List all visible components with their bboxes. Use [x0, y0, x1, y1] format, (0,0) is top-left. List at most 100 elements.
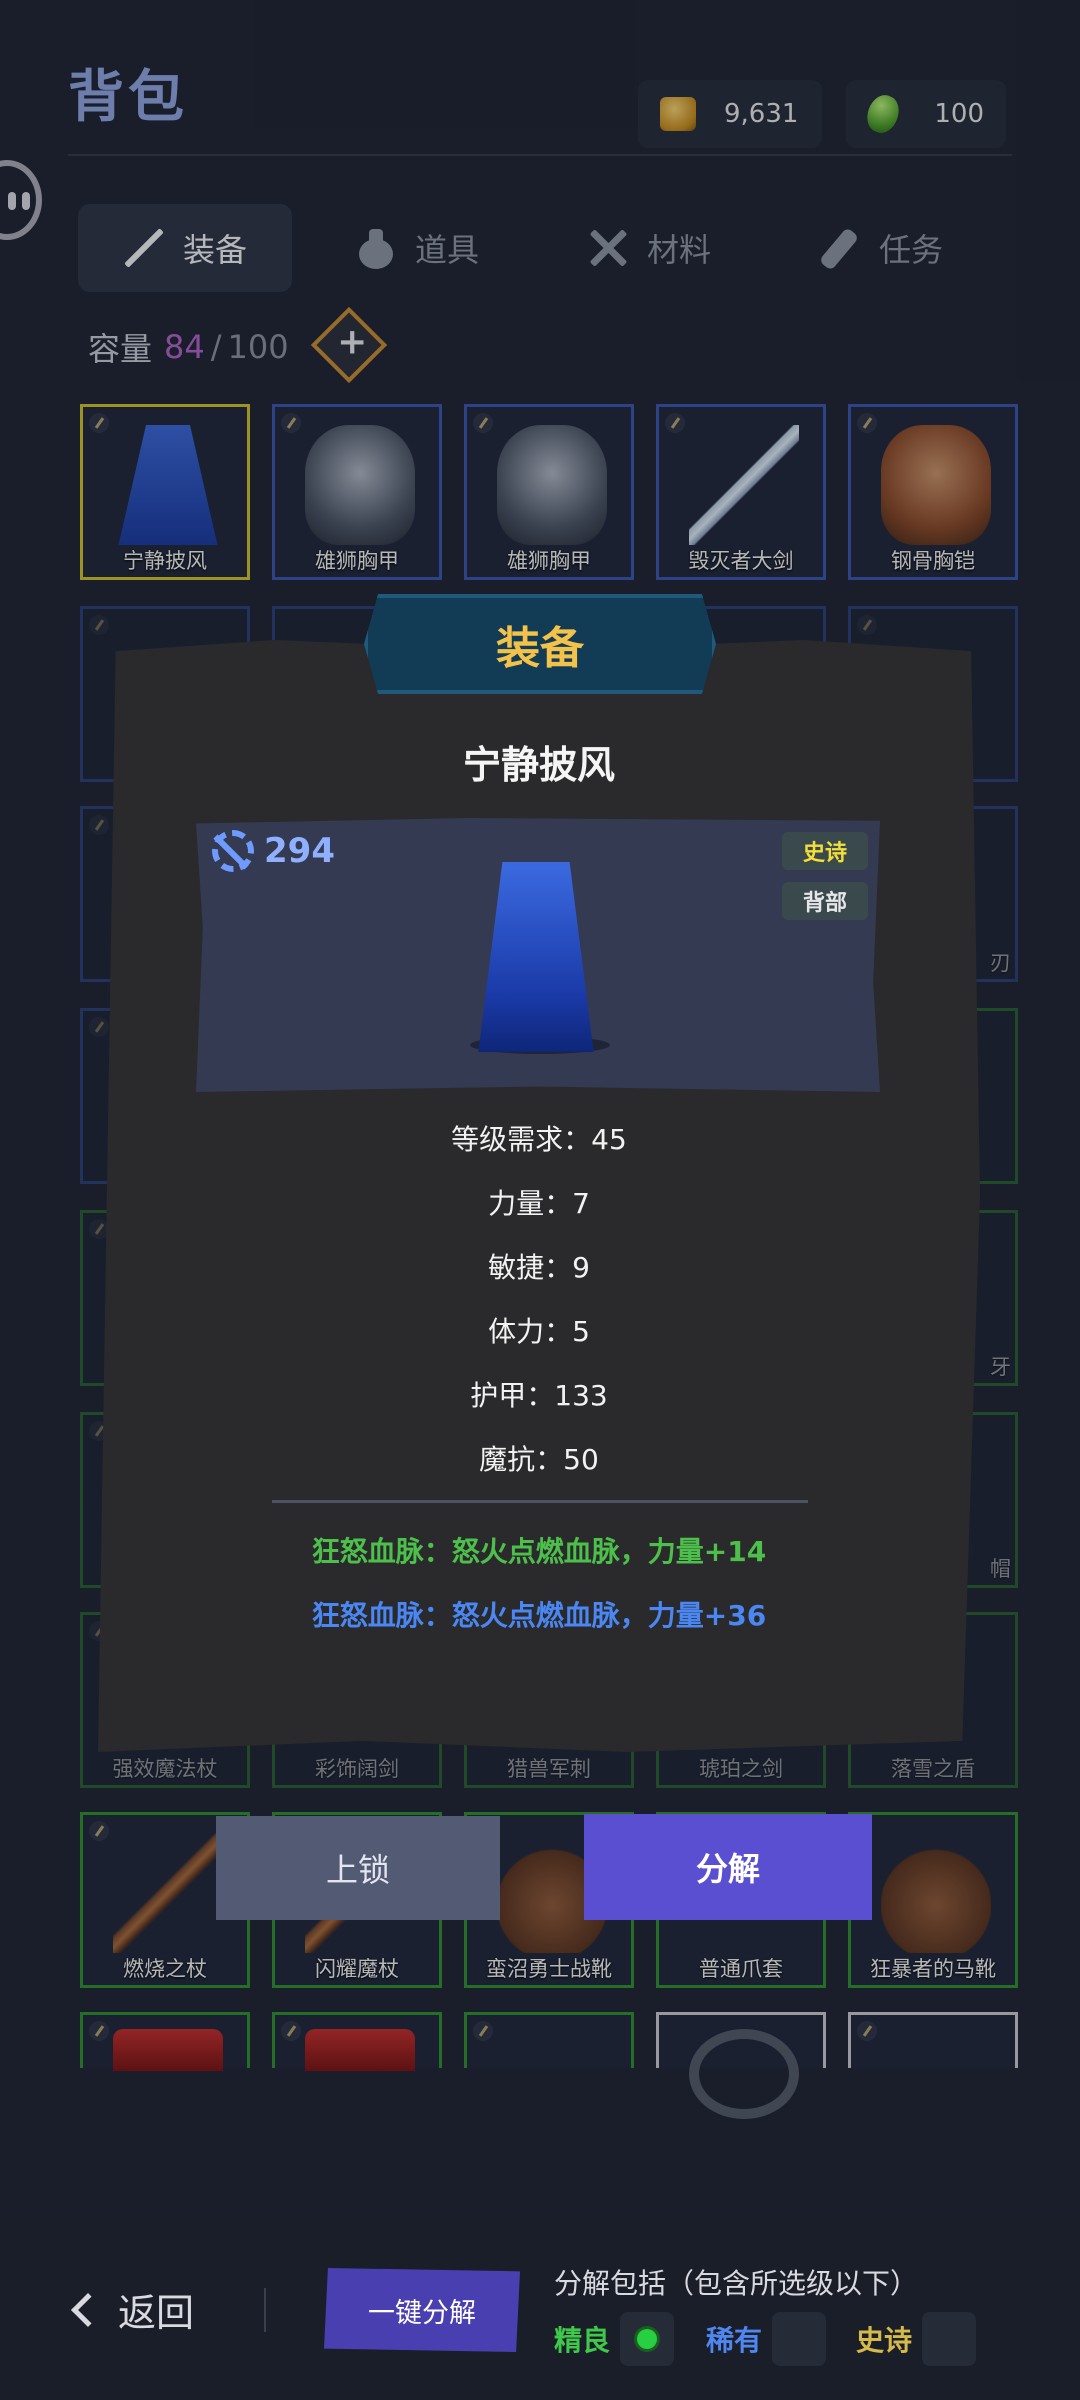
tab-items[interactable]: 道具 [310, 204, 524, 292]
tools-icon [587, 227, 629, 269]
lock-badge-icon [857, 615, 877, 635]
inventory-slot[interactable]: 钢骨胸铠 [848, 404, 1018, 580]
filter-label: 史诗 [856, 2324, 913, 2357]
back-button[interactable]: 返回 [71, 2282, 195, 2337]
lock-badge-icon [89, 1821, 109, 1841]
tab-quests[interactable]: 任务 [774, 204, 988, 292]
filter-checkbox[interactable] [620, 2312, 675, 2366]
affix-line: 狂怒血脉：怒火点燃血脉，力量+36 [311, 1599, 767, 1632]
filter-checkbox[interactable] [772, 2312, 827, 2366]
header-divider [68, 154, 1012, 156]
capacity-label: 容量 [88, 330, 153, 368]
inventory-slot[interactable]: 毁灭者大剑 [656, 404, 826, 580]
inventory-slot[interactable]: 狂暴者的马靴 [848, 1812, 1018, 1988]
inventory-slot[interactable]: 雄狮胸甲 [272, 404, 442, 580]
back-label: 返回 [118, 2291, 195, 2335]
item-title: 宁静披风 [462, 743, 615, 787]
filter-label: 精良 [554, 2324, 611, 2357]
lock-badge-icon [89, 413, 109, 433]
capacity-used: 84 [164, 328, 205, 366]
tab-label: 材料 [646, 231, 711, 269]
item-name: 蛮沼勇士战靴 [486, 1957, 612, 1981]
inventory-slot[interactable] [80, 2012, 250, 2071]
item-name: 宁静披风 [123, 549, 207, 573]
capacity-separator: / [210, 328, 222, 366]
item-name: 雄狮胸甲 [315, 549, 399, 573]
stat-level-requirement: 等级需求：45 [451, 1123, 627, 1156]
tab-label: 装备 [182, 231, 247, 269]
filter-fine[interactable]: 精良 [554, 2312, 675, 2366]
inventory-slot[interactable] [656, 2012, 826, 2119]
boots-icon [881, 1833, 991, 1953]
chest-armor-icon [497, 425, 607, 545]
gem-counter[interactable]: 100 [846, 80, 1006, 148]
chest-armor-icon [305, 425, 415, 545]
filter-epic[interactable]: 史诗 [856, 2312, 977, 2366]
inventory-slot[interactable]: 雄狮胸甲 [464, 404, 634, 580]
tab-label: 道具 [414, 231, 479, 269]
sword-icon [123, 227, 165, 269]
staff-icon [113, 1833, 223, 1953]
inventory-slot[interactable] [848, 2012, 1018, 2068]
inventory-slot[interactable] [464, 2012, 634, 2068]
lock-badge-icon [89, 615, 109, 635]
gloves-icon [113, 2029, 223, 2071]
item-name: 彩饰阔剑 [315, 1757, 399, 1781]
bottom-separator [264, 2288, 266, 2332]
filter-checkbox[interactable] [922, 2312, 977, 2366]
chevron-left-icon [71, 2292, 105, 2327]
lock-badge-icon [857, 413, 877, 433]
lock-badge-icon [281, 413, 301, 433]
quality-badge: 史诗 [782, 832, 868, 870]
disassemble-hint: 分解包括（包含所选级以下） [554, 2267, 919, 2300]
dialog-banner: 装备 [364, 594, 716, 694]
lock-badge-icon [665, 413, 685, 433]
inventory-slot[interactable]: 宁静披风 [80, 404, 250, 580]
filter-label: 稀有 [706, 2324, 763, 2357]
lock-badge-icon [89, 2021, 109, 2041]
gold-counter[interactable]: 9,631 [638, 80, 822, 148]
item-name: 普通爪套 [699, 1957, 783, 1981]
bag-icon [355, 227, 397, 269]
gloves-icon [305, 2029, 415, 2071]
lock-badge-icon [89, 815, 109, 835]
stat-magic-resist: 魔抗：50 [479, 1443, 599, 1476]
item-name: 闪耀魔杖 [315, 1957, 399, 1981]
cloak-icon [118, 425, 218, 545]
tab-label: 任务 [878, 231, 943, 269]
floating-assistant-icon[interactable] [0, 160, 42, 240]
gem-value: 100 [934, 99, 984, 129]
disassemble-button[interactable]: 分解 [584, 1814, 872, 1920]
one-key-disassemble-button[interactable]: 一键分解 [324, 2268, 520, 2352]
power-value: 294 [264, 831, 335, 871]
item-name: 落雪之盾 [891, 1757, 975, 1781]
slot-badge: 背部 [782, 882, 868, 920]
capacity-indicator: 容量 84 / 100 [88, 324, 289, 370]
capacity-max: 100 [227, 328, 289, 366]
tab-equipment[interactable]: 装备 [78, 204, 292, 292]
tab-materials[interactable]: 材料 [542, 204, 756, 292]
lock-badge-icon [473, 413, 493, 433]
inventory-slot[interactable] [272, 2012, 442, 2071]
item-name: 雄狮胸甲 [507, 549, 591, 573]
page-title: 背包 [68, 65, 188, 130]
bronze-armor-icon [881, 425, 991, 545]
gold-value: 9,631 [724, 99, 799, 129]
ring-icon [689, 2029, 799, 2119]
lock-badge-icon [281, 2021, 301, 2041]
expand-capacity-button[interactable] [310, 306, 388, 384]
stat-agility: 敏捷：9 [488, 1251, 590, 1284]
item-name: 燃烧之杖 [123, 1957, 207, 1981]
lock-button[interactable]: 上锁 [216, 1816, 500, 1920]
lock-badge-icon [857, 2021, 877, 2041]
stat-strength: 力量：7 [488, 1187, 590, 1220]
item-name: 狂暴者的马靴 [870, 1957, 996, 1981]
green-gem-icon [862, 91, 904, 137]
item-stats: 等级需求：45 力量：7 敏捷：9 体力：5 护甲：133 魔抗：50 [98, 1118, 980, 1502]
greatsword-icon [689, 425, 799, 545]
item-name: 强效魔法杖 [112, 1757, 218, 1781]
stat-stamina: 体力：5 [488, 1315, 590, 1348]
gold-coins-icon [660, 97, 696, 131]
filter-rare[interactable]: 稀有 [706, 2312, 827, 2366]
scroll-icon [819, 227, 861, 269]
